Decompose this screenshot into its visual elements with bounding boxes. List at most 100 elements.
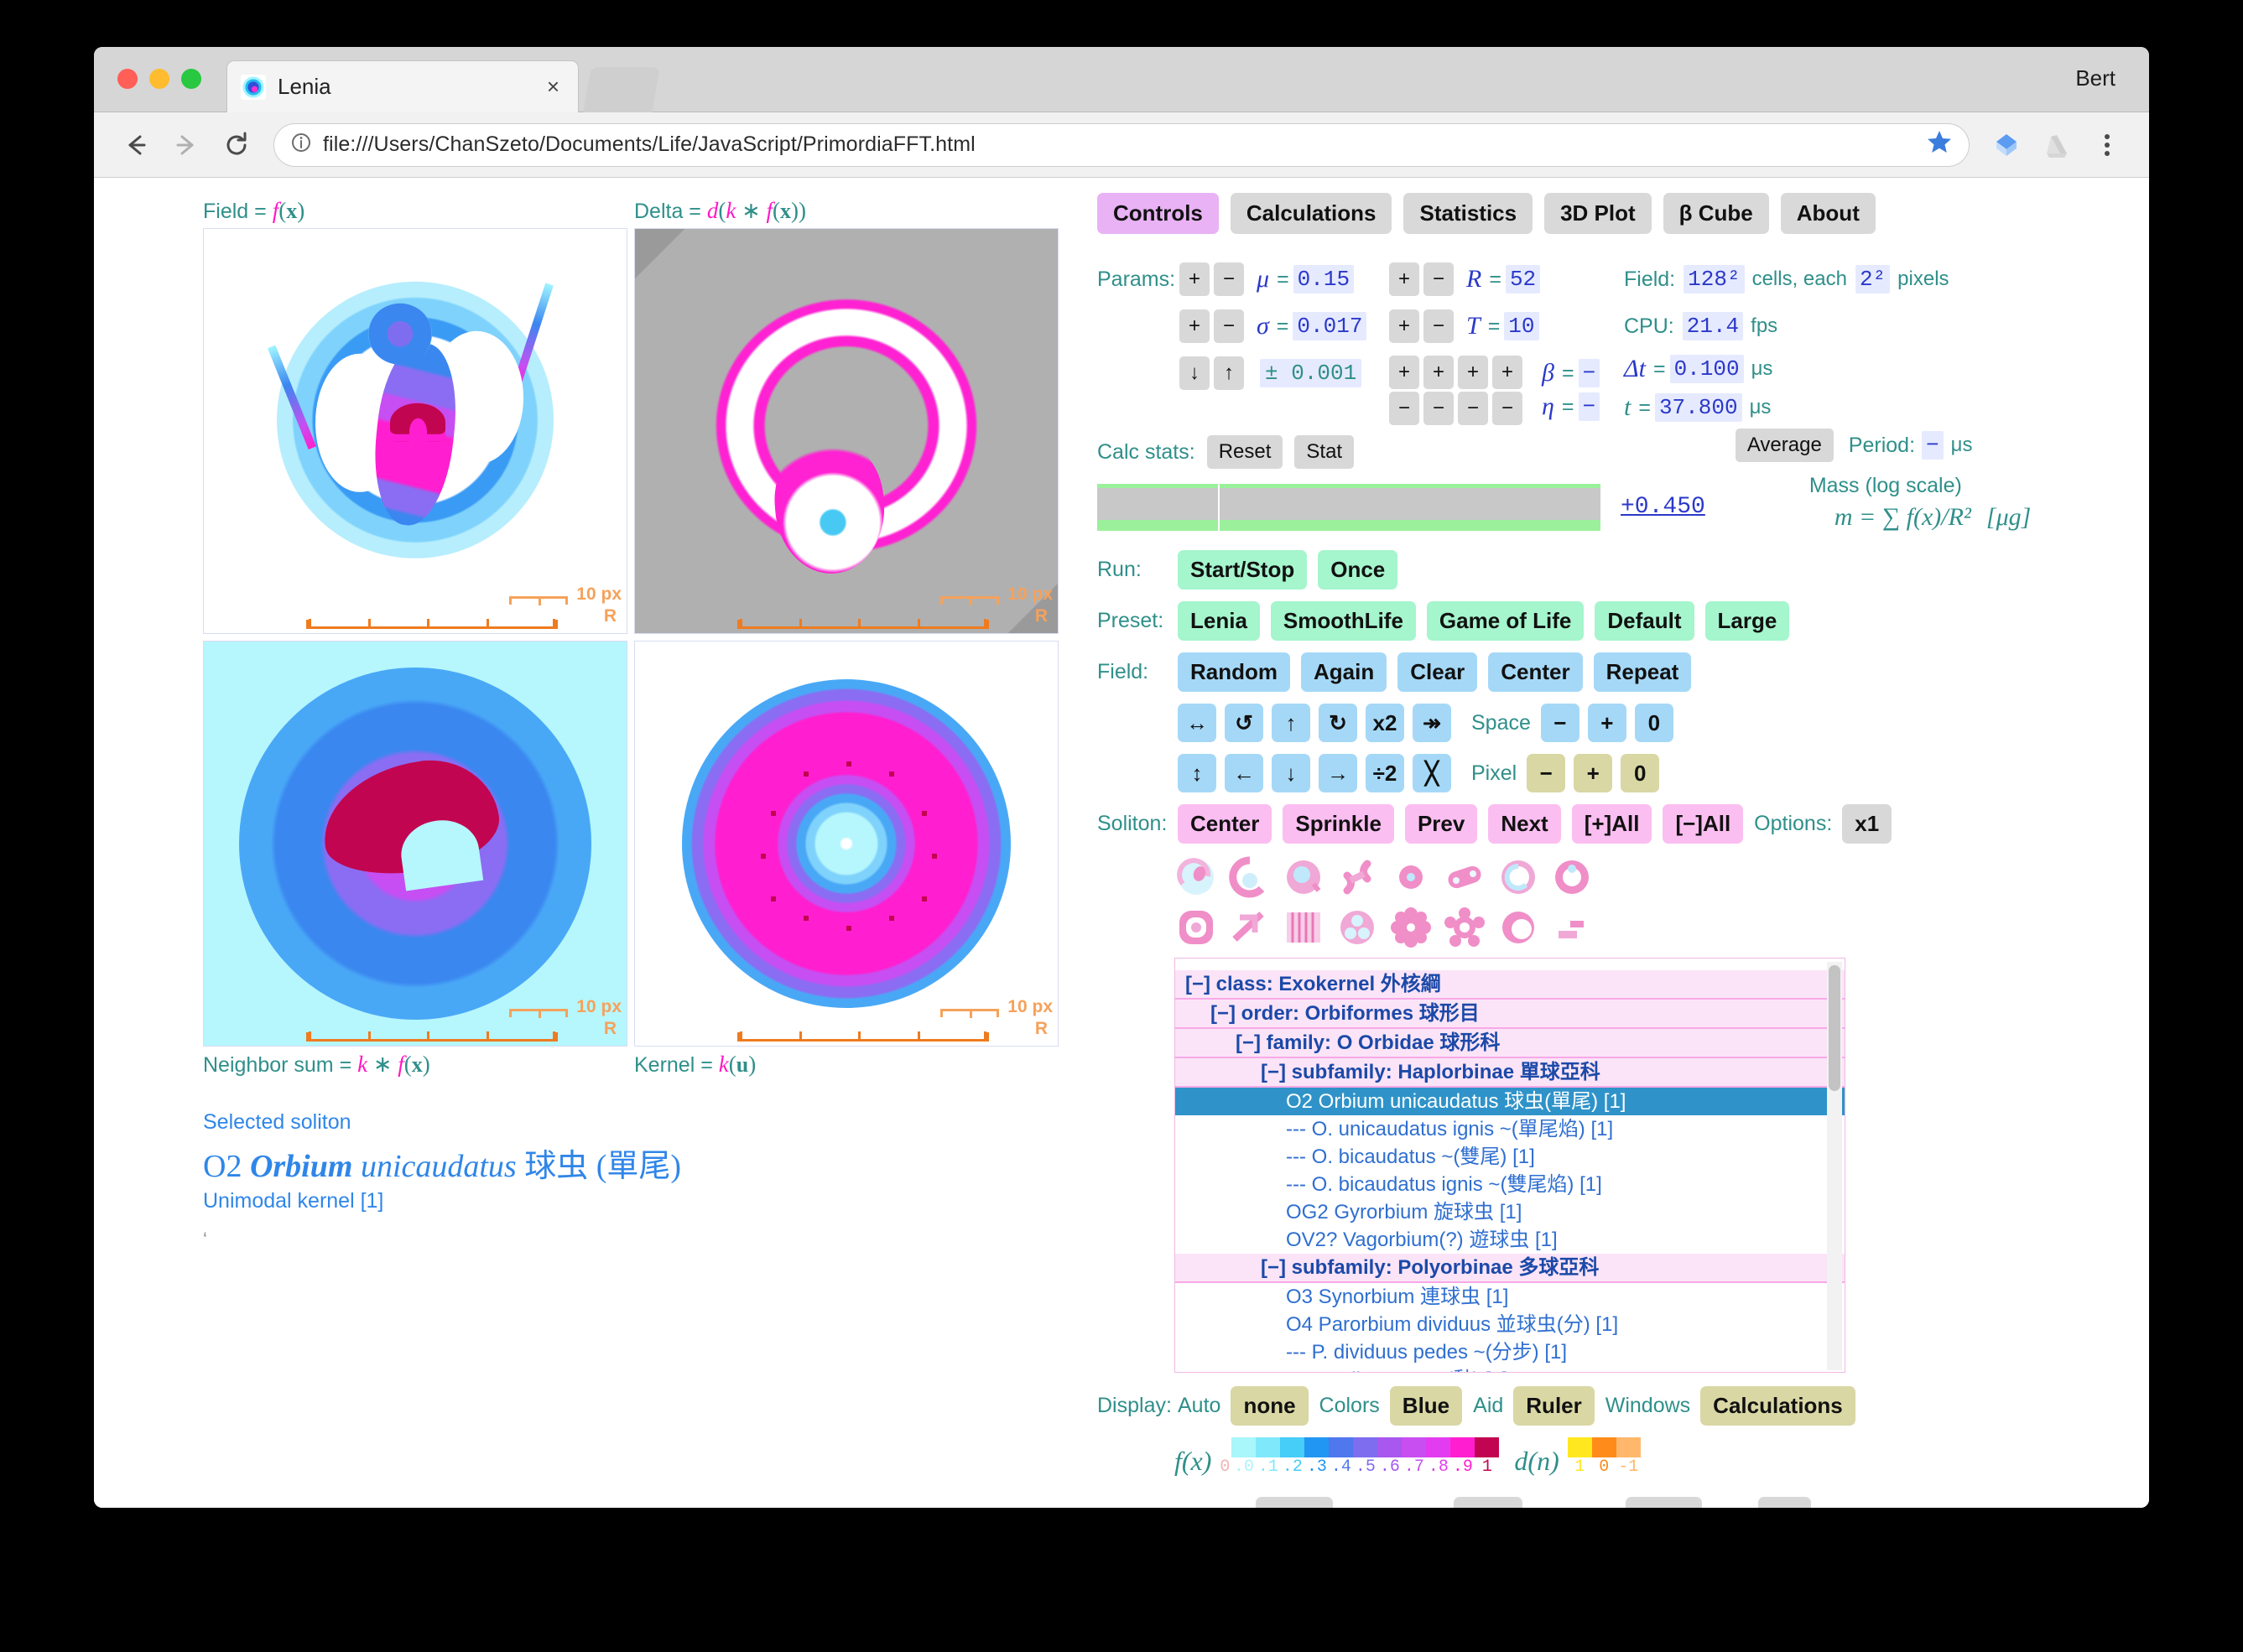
preset-large-button[interactable]: Large	[1705, 601, 1790, 641]
T-decrement-button[interactable]: −	[1423, 309, 1454, 343]
flip-vertical-icon[interactable]: ↕	[1178, 754, 1216, 792]
mu-decrement-button[interactable]: −	[1214, 262, 1244, 296]
scale-up-icon[interactable]: x2	[1366, 704, 1404, 742]
stats-reset-button[interactable]: Reset	[1207, 435, 1283, 469]
space-plus-button[interactable]: +	[1588, 704, 1626, 742]
taxonomy-item-row[interactable]: O2 Orbium unicaudatus 球虫(單尾) [1]	[1175, 1088, 1845, 1115]
maximize-window-button[interactable]	[181, 69, 201, 89]
soliton-thumb-parorbium[interactable]	[1228, 906, 1272, 949]
taxonomy-item-row[interactable]: --- O. bicaudatus ~(雙尾) [1]	[1175, 1143, 1845, 1171]
arrow-left-icon[interactable]: ←	[1225, 754, 1263, 792]
taxonomy-group-row[interactable]: [−] class: Exokernel 外核綱	[1175, 970, 1845, 1000]
R-decrement-button[interactable]: −	[1423, 262, 1454, 296]
soliton-thumb-misc[interactable]	[1550, 906, 1594, 949]
step-down-button[interactable]: ↓	[1179, 356, 1210, 390]
field-again-button[interactable]: Again	[1301, 652, 1387, 692]
preset-game-of-life-button[interactable]: Game of Life	[1427, 601, 1584, 641]
soliton-thumb-triorbium[interactable]	[1335, 906, 1379, 949]
taxonomy-group-row[interactable]: [−] order: Orbiformes 球形目	[1175, 1000, 1845, 1029]
taxonomy-item-row[interactable]: --- O. bicaudatus ignis ~(雙尾焰) [1]	[1175, 1171, 1845, 1198]
soliton-thumb-bicaudatus[interactable]	[1443, 855, 1486, 899]
profile-name[interactable]: Bert	[2075, 65, 2115, 91]
soliton-thumb-synorbium[interactable]	[1174, 906, 1218, 949]
shift-right-icon[interactable]: ↠	[1413, 704, 1451, 742]
taxonomy-item-row[interactable]: --- P. adhaerens ~(黏) [1]	[1175, 1366, 1845, 1373]
forward-arrow-icon[interactable]	[166, 125, 206, 165]
extension-diamond-icon[interactable]	[1986, 125, 2027, 165]
taxonomy-item-row[interactable]: O3 Synorbium 連球虫 [1]	[1175, 1283, 1845, 1311]
preset-smoothlife-button[interactable]: SmoothLife	[1271, 601, 1416, 641]
bookmark-star-icon[interactable]	[1925, 127, 1954, 163]
soliton-remove-all-button[interactable]: [−]All	[1663, 804, 1743, 844]
soliton-thumb-gyrorbium[interactable]	[1550, 855, 1594, 899]
rotate-ccw-icon[interactable]: ↺	[1225, 704, 1263, 742]
options-repeat-value[interactable]: none	[1256, 1497, 1333, 1508]
back-arrow-icon[interactable]	[116, 125, 156, 165]
soliton-thumb-ring[interactable]	[1389, 855, 1433, 899]
arrow-up-icon[interactable]: ↑	[1272, 704, 1310, 742]
pixel-minus-button[interactable]: −	[1527, 754, 1565, 792]
cross-shuffle-icon[interactable]: ╳	[1413, 754, 1451, 792]
stat-bar-graph[interactable]	[1097, 484, 1600, 531]
soliton-thumb-flower[interactable]	[1389, 906, 1433, 949]
beta2-plus-button[interactable]: +	[1423, 356, 1454, 389]
soliton-options-value[interactable]: x1	[1842, 804, 1892, 844]
display-windows-value[interactable]: Calculations	[1700, 1386, 1855, 1426]
field-pixels-value[interactable]: 2²	[1855, 265, 1890, 294]
stats-stat-button[interactable]: Stat	[1294, 435, 1354, 469]
soliton-thumb-twin[interactable]	[1335, 855, 1379, 899]
field-random-button[interactable]: Random	[1178, 652, 1290, 692]
minimize-window-button[interactable]	[149, 69, 169, 89]
taxonomy-group-row[interactable]: [−] subfamily: Haplorbinae 單球亞科	[1175, 1058, 1845, 1088]
beta-value[interactable]: −	[1579, 359, 1600, 387]
tab-statistics[interactable]: Statistics	[1403, 193, 1533, 234]
kebab-menu-icon[interactable]	[2087, 125, 2127, 165]
options-format-value[interactable]: Field	[1626, 1497, 1702, 1508]
space-minus-button[interactable]: −	[1541, 704, 1579, 742]
tab-beta-cube[interactable]: β Cube	[1663, 193, 1769, 234]
soliton-thumb-spiral[interactable]	[1496, 855, 1540, 899]
taxonomy-scrollbar[interactable]	[1827, 962, 1842, 1370]
arrow-down-icon[interactable]: ↓	[1272, 754, 1310, 792]
arrow-right-icon[interactable]: →	[1319, 754, 1357, 792]
soliton-next-button[interactable]: Next	[1488, 804, 1560, 844]
browser-tab[interactable]: Lenia ×	[226, 60, 579, 112]
soliton-thumb-hybrid[interactable]	[1282, 855, 1325, 899]
tab-calculations[interactable]: Calculations	[1231, 193, 1392, 234]
preset-default-button[interactable]: Default	[1595, 601, 1694, 641]
beta1-plus-button[interactable]: +	[1389, 356, 1419, 389]
taxonomy-group-row[interactable]: [−] subfamily: Polyorbinae 多球亞科	[1175, 1254, 1845, 1283]
field-cells-value[interactable]: 128²	[1684, 265, 1744, 294]
soliton-thumb-pedes[interactable]	[1282, 906, 1325, 949]
R-increment-button[interactable]: +	[1389, 262, 1419, 296]
beta4-minus-button[interactable]: −	[1492, 392, 1522, 425]
beta1-minus-button[interactable]: −	[1389, 392, 1419, 425]
taxonomy-item-row[interactable]: OG2 Gyrorbium 旋球虫 [1]	[1175, 1198, 1845, 1226]
pixel-zero-button[interactable]: 0	[1621, 754, 1659, 792]
new-tab-ghost[interactable]	[583, 67, 660, 112]
options-gif-value[interactable]: off	[1758, 1497, 1811, 1508]
sigma-increment-button[interactable]: +	[1179, 309, 1210, 343]
average-button[interactable]: Average	[1736, 429, 1834, 462]
soliton-center-button[interactable]: Center	[1178, 804, 1272, 844]
google-drive-icon[interactable]	[2037, 125, 2077, 165]
options-allow-copy-value[interactable]: Text	[1454, 1497, 1522, 1508]
beta3-plus-button[interactable]: +	[1458, 356, 1488, 389]
soliton-thumb-crescent[interactable]	[1228, 855, 1272, 899]
rotate-cw-icon[interactable]: ↻	[1319, 704, 1357, 742]
R-value[interactable]: 52	[1506, 265, 1540, 294]
tab-controls[interactable]: Controls	[1097, 193, 1219, 234]
kernel-canvas[interactable]: 10 px R	[634, 641, 1059, 1047]
scale-down-icon[interactable]: ÷2	[1366, 754, 1404, 792]
taxonomy-item-row[interactable]: O4 Parorbium dividuus 並球虫(分) [1]	[1175, 1311, 1845, 1338]
flip-horizontal-icon[interactable]: ↔	[1178, 704, 1216, 742]
beta2-minus-button[interactable]: −	[1423, 392, 1454, 425]
field-canvas[interactable]: 10 px R	[203, 228, 627, 634]
display-aid-value[interactable]: Ruler	[1513, 1386, 1594, 1426]
sigma-value[interactable]: 0.017	[1293, 312, 1366, 340]
tab-3d-plot[interactable]: 3D Plot	[1544, 193, 1652, 234]
soliton-sprinkle-button[interactable]: Sprinkle	[1283, 804, 1394, 844]
start-stop-button[interactable]: Start/Stop	[1178, 550, 1307, 590]
neighbor-sum-canvas[interactable]: 10 px R	[203, 641, 627, 1047]
address-bar[interactable]: file:///Users/ChanSzeto/Documents/Life/J…	[273, 123, 1970, 167]
